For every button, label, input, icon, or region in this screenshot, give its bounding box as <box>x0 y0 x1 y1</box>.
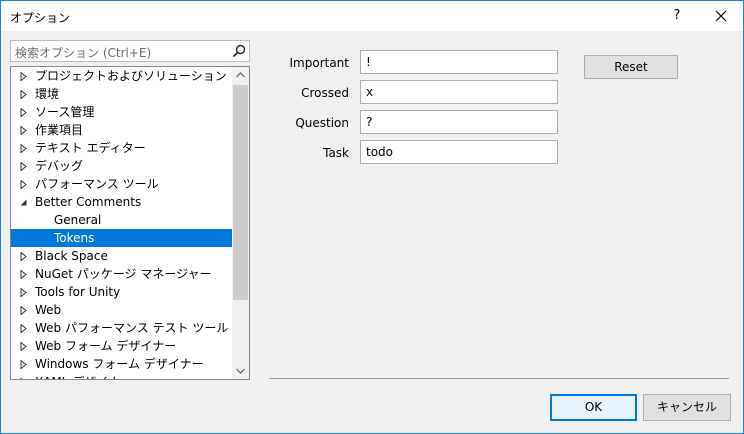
tree-item[interactable]: Better Comments <box>11 193 233 211</box>
triangle-right-icon[interactable] <box>19 306 29 315</box>
title-bar: オプション ? <box>1 1 743 31</box>
tree-item-label: 作業項目 <box>35 123 84 137</box>
tree-item[interactable]: Black Space <box>11 247 233 265</box>
tree-item-label: Tokens <box>54 231 95 245</box>
triangle-right-icon[interactable] <box>19 180 29 189</box>
chevron-up-icon <box>236 72 245 78</box>
tree-item[interactable]: プロジェクトおよびソリューション <box>11 67 233 85</box>
scroll-thumb[interactable] <box>233 85 248 300</box>
triangle-right-icon[interactable] <box>19 144 29 153</box>
tree-item[interactable]: General <box>11 211 233 229</box>
tree-item[interactable]: Web パフォーマンス テスト ツール <box>11 319 233 337</box>
options-tree: プロジェクトおよびソリューション 環境ソース管理作業項目テキスト エディター デバッ… <box>10 66 250 380</box>
close-button[interactable] <box>699 1 743 31</box>
options-dialog: オプション ? 検索オプション (Ctrl+E) プロジェクトおよびソリューショ… <box>0 0 744 434</box>
tree-item[interactable]: NuGet パッケージ マネージャー <box>11 265 233 283</box>
question-label: Question <box>295 116 349 130</box>
cancel-button[interactable]: キャンセル <box>643 394 731 421</box>
tree-item-label: Tools for Unity <box>35 285 121 299</box>
tree-item-label: 環境 <box>35 87 60 101</box>
divider <box>269 378 729 379</box>
tree-list: プロジェクトおよびソリューション 環境ソース管理作業項目テキスト エディター デバッ… <box>11 67 233 380</box>
tree-item[interactable]: テキスト エディター <box>11 139 233 157</box>
triangle-right-icon[interactable] <box>19 360 29 369</box>
tree-item-label: NuGet パッケージ マネージャー <box>35 267 212 281</box>
triangle-right-icon[interactable] <box>19 378 29 380</box>
tree-item-label: プロジェクトおよびソリューション <box>35 69 227 83</box>
triangle-right-icon[interactable] <box>19 252 29 261</box>
crossed-label: Crossed <box>301 86 349 100</box>
tree-item[interactable]: Web フォーム デザイナー <box>11 337 233 355</box>
scroll-up-button[interactable] <box>232 67 249 84</box>
triangle-right-icon[interactable] <box>19 342 29 351</box>
question-input[interactable]: ? <box>360 110 558 134</box>
tree-item[interactable]: Tools for Unity <box>11 283 233 301</box>
tree-scrollbar[interactable] <box>232 67 249 379</box>
close-icon <box>715 10 727 22</box>
tree-item[interactable]: 環境 <box>11 85 233 103</box>
tree-item[interactable]: 作業項目 <box>11 121 233 139</box>
tree-item-label: XAML デザイナー <box>35 373 132 379</box>
triangle-right-icon[interactable] <box>19 90 29 99</box>
tree-item-label: Windows フォーム デザイナー <box>35 357 204 371</box>
tree-item[interactable]: デバッグ <box>11 157 233 175</box>
tree-item-label: デバッグ <box>35 159 84 173</box>
tree-item[interactable]: XAML デザイナー <box>11 373 233 380</box>
triangle-right-icon[interactable] <box>19 288 29 297</box>
scroll-down-button[interactable] <box>232 362 249 379</box>
tree-item[interactable]: Web <box>11 301 233 319</box>
triangle-right-icon[interactable] <box>19 108 29 117</box>
triangle-right-icon[interactable] <box>19 162 29 171</box>
tree-item-label: Web フォーム デザイナー <box>35 339 177 353</box>
search-input[interactable]: 検索オプション (Ctrl+E) <box>10 40 250 62</box>
help-button[interactable]: ? <box>661 1 693 31</box>
task-label: Task <box>323 146 349 160</box>
tree-item-label: General <box>54 213 102 227</box>
search-icon <box>232 44 246 58</box>
window-title: オプション <box>10 11 71 25</box>
tree-item-label: ソース管理 <box>35 105 95 119</box>
tree-item-label: テキスト エディター <box>35 141 146 155</box>
tree-item-label: Black Space <box>35 249 108 263</box>
triangle-down-icon[interactable] <box>19 198 29 207</box>
triangle-right-icon[interactable] <box>19 270 29 279</box>
tree-item[interactable]: Tokens <box>11 229 233 247</box>
tree-item-label: Web パフォーマンス テスト ツール <box>35 321 229 335</box>
important-label: Important <box>289 56 350 70</box>
tree-item[interactable]: Windows フォーム デザイナー <box>11 355 233 373</box>
tree-item-label: パフォーマンス ツール <box>35 177 159 191</box>
triangle-right-icon[interactable] <box>19 324 29 333</box>
triangle-right-icon[interactable] <box>19 126 29 135</box>
crossed-input[interactable]: x <box>360 80 558 104</box>
tree-item-label: Better Comments <box>35 195 142 209</box>
tree-item-label: Web <box>35 303 62 317</box>
task-input[interactable]: todo <box>360 140 558 164</box>
important-input[interactable]: ! <box>360 50 558 74</box>
search-placeholder: 検索オプション (Ctrl+E) <box>15 46 152 60</box>
tree-item[interactable]: ソース管理 <box>11 103 233 121</box>
reset-button[interactable]: Reset <box>584 55 678 79</box>
triangle-right-icon[interactable] <box>19 72 29 81</box>
ok-button[interactable]: OK <box>550 394 637 421</box>
chevron-down-icon <box>236 368 245 374</box>
tree-item[interactable]: パフォーマンス ツール <box>11 175 233 193</box>
